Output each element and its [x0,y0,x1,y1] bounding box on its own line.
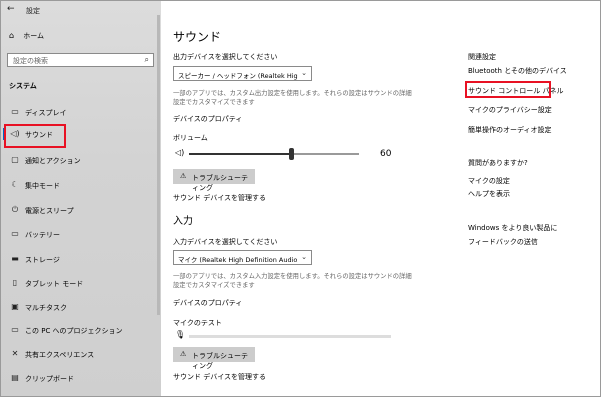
sidebar-item-label: マルチタスク [25,304,67,312]
sidebar-item-shared[interactable]: ✕ 共有エクスペリエンス [1,345,157,363]
mic-test-label: マイクのテスト [173,319,222,327]
volume-slider[interactable] [189,148,359,160]
search-icon[interactable]: ⌕ [145,55,149,65]
help-link-mic-settings[interactable]: マイクの設定 [468,176,510,186]
related-settings-title: 関連設定 [468,53,496,61]
chevron-down-icon: ⌄ [301,69,307,77]
input-section-title: 入力 [173,216,193,227]
storage-icon: ▬ [11,254,19,263]
help-link-show-help[interactable]: ヘルプを表示 [468,189,510,199]
sidebar-home-label: ホーム [23,32,45,40]
notification-icon: ▢ [11,155,19,164]
input-device-label: 入力デバイスを選択してください [173,238,278,246]
troubleshoot-label: トラブルシューティング [192,174,248,192]
related-link-mic-privacy[interactable]: マイクのプライバシー設定 [468,105,552,115]
sidebar-item-label: 電源とスリープ [25,207,74,215]
sidebar-item-battery[interactable]: ▭ バッテリー [1,225,157,243]
input-device-properties-link[interactable]: デバイスのプロパティ [173,298,242,308]
output-device-properties-link[interactable]: デバイスのプロパティ [173,114,242,124]
sidebar-item-multitask[interactable]: ▣ マルチタスク [1,298,157,316]
search-placeholder: 設定の検索 [13,57,48,65]
mic-level-meter [189,335,391,338]
highlight-box-sound [4,124,66,148]
related-link-bluetooth[interactable]: Bluetooth とその他のデバイス [468,66,567,76]
main-content: サウンド 出力デバイスを選択してください スピーカー / ヘッドフォン (Rea… [161,1,600,396]
feedback-link[interactable]: フィードバックの送信 [468,237,538,247]
sidebar-item-label: この PC へのプロジェクション [25,327,123,335]
settings-window: ⌂ ホーム 設定の検索 ⌕ システム ▭ ディスプレイ ◁) サウンド ▢ 通知… [0,0,601,397]
sidebar-item-storage[interactable]: ▬ ストレージ [1,250,157,268]
projection-icon: ▭ [11,325,19,334]
sidebar-item-tablet[interactable]: ▯ タブレット モード [1,274,157,292]
share-icon: ✕ [11,349,19,358]
sidebar-item-focus[interactable]: ☾ 集中モード [1,176,157,194]
moon-icon: ☾ [11,180,19,189]
output-device-label: 出力デバイスを選択してください [173,53,278,61]
clipboard-icon: ▤ [11,373,19,382]
multitask-icon: ▣ [11,302,19,311]
sidebar-item-label: クリップボード [25,375,74,383]
input-device-value: マイク (Realtek High Definition Audio) [178,256,298,264]
input-manage-devices-link[interactable]: サウンド デバイスを管理する [173,372,266,382]
sidebar-item-label: ストレージ [25,256,60,264]
sidebar-item-label: 通知とアクション [25,157,81,165]
battery-icon: ▭ [11,229,19,238]
chevron-down-icon: ⌄ [301,253,307,261]
sidebar-item-label: 共有エクスペリエンス [25,351,95,359]
sidebar-item-label: ディスプレイ [25,109,67,117]
sidebar: ⌂ ホーム 設定の検索 ⌕ システム ▭ ディスプレイ ◁) サウンド ▢ 通知… [1,1,161,396]
input-desc-line2: 設定でカスタマイズできます [173,282,255,289]
sidebar-item-label: タブレット モード [25,280,84,288]
power-icon: ⏻ [11,205,19,214]
sidebar-scrollbar[interactable] [157,15,160,315]
output-description: 一部のアプリでは、カスタム出力設定を使用します。それらの設定はサウンドの詳細 設… [173,89,423,107]
display-icon: ▭ [11,107,19,116]
warning-icon: ⚠ [180,350,187,358]
tablet-icon: ▯ [12,278,18,287]
sidebar-item-notifications[interactable]: ▢ 通知とアクション [1,151,157,169]
volume-slider-fill [189,153,291,155]
search-input[interactable]: 設定の検索 ⌕ [7,53,154,67]
microphone-icon: 🎙 [175,330,186,339]
page-title: サウンド [173,30,222,44]
volume-slider-thumb[interactable] [289,148,294,160]
window-title: 設定 [26,7,40,15]
highlight-box-control-panel [465,81,551,98]
sidebar-item-projection[interactable]: ▭ この PC へのプロジェクション [1,321,157,339]
sidebar-item-label: バッテリー [25,231,60,239]
input-device-select[interactable]: マイク (Realtek High Definition Audio) ⌄ [173,250,312,265]
sidebar-item-display[interactable]: ▭ ディスプレイ [1,103,157,121]
output-desc-line1: 一部のアプリでは、カスタム出力設定を使用します。それらの設定はサウンドの詳細 [173,90,412,97]
sidebar-item-label: 集中モード [25,182,60,190]
input-description: 一部のアプリでは、カスタム入力設定を使用します。それらの設定はサウンドの詳細 設… [173,272,423,290]
output-device-select[interactable]: スピーカー / ヘッドフォン (Realtek High D... ⌄ [173,66,312,81]
improve-title: Windows をより良い製品に [468,224,558,232]
output-desc-line2: 設定でカスタマイズできます [173,99,255,106]
sidebar-item-power[interactable]: ⏻ 電源とスリープ [1,201,157,219]
sidebar-category: システム [9,82,37,90]
sidebar-item-clipboard[interactable]: ▤ クリップボード [1,369,157,387]
warning-icon: ⚠ [180,172,187,180]
sidebar-home[interactable]: ⌂ ホーム [9,31,44,41]
troubleshoot-label: トラブルシューティング [192,352,248,370]
back-arrow-icon[interactable]: ← [7,4,15,14]
output-troubleshoot-button[interactable]: ⚠ トラブルシューティング [173,169,255,192]
related-link-ease-of-access-audio[interactable]: 簡単操作のオーディオ設定 [468,125,552,135]
input-troubleshoot-button[interactable]: ⚠ トラブルシューティング [173,347,255,370]
question-title: 質問がありますか? [468,159,528,167]
output-device-value: スピーカー / ヘッドフォン (Realtek High D... [178,72,298,80]
speaker-icon[interactable]: ◁) [175,148,184,157]
volume-label: ボリューム [173,134,208,142]
input-desc-line1: 一部のアプリでは、カスタム入力設定を使用します。それらの設定はサウンドの詳細 [173,273,412,280]
home-icon: ⌂ [9,31,15,40]
output-manage-devices-link[interactable]: サウンド デバイスを管理する [173,193,266,203]
volume-value: 60 [380,149,392,159]
